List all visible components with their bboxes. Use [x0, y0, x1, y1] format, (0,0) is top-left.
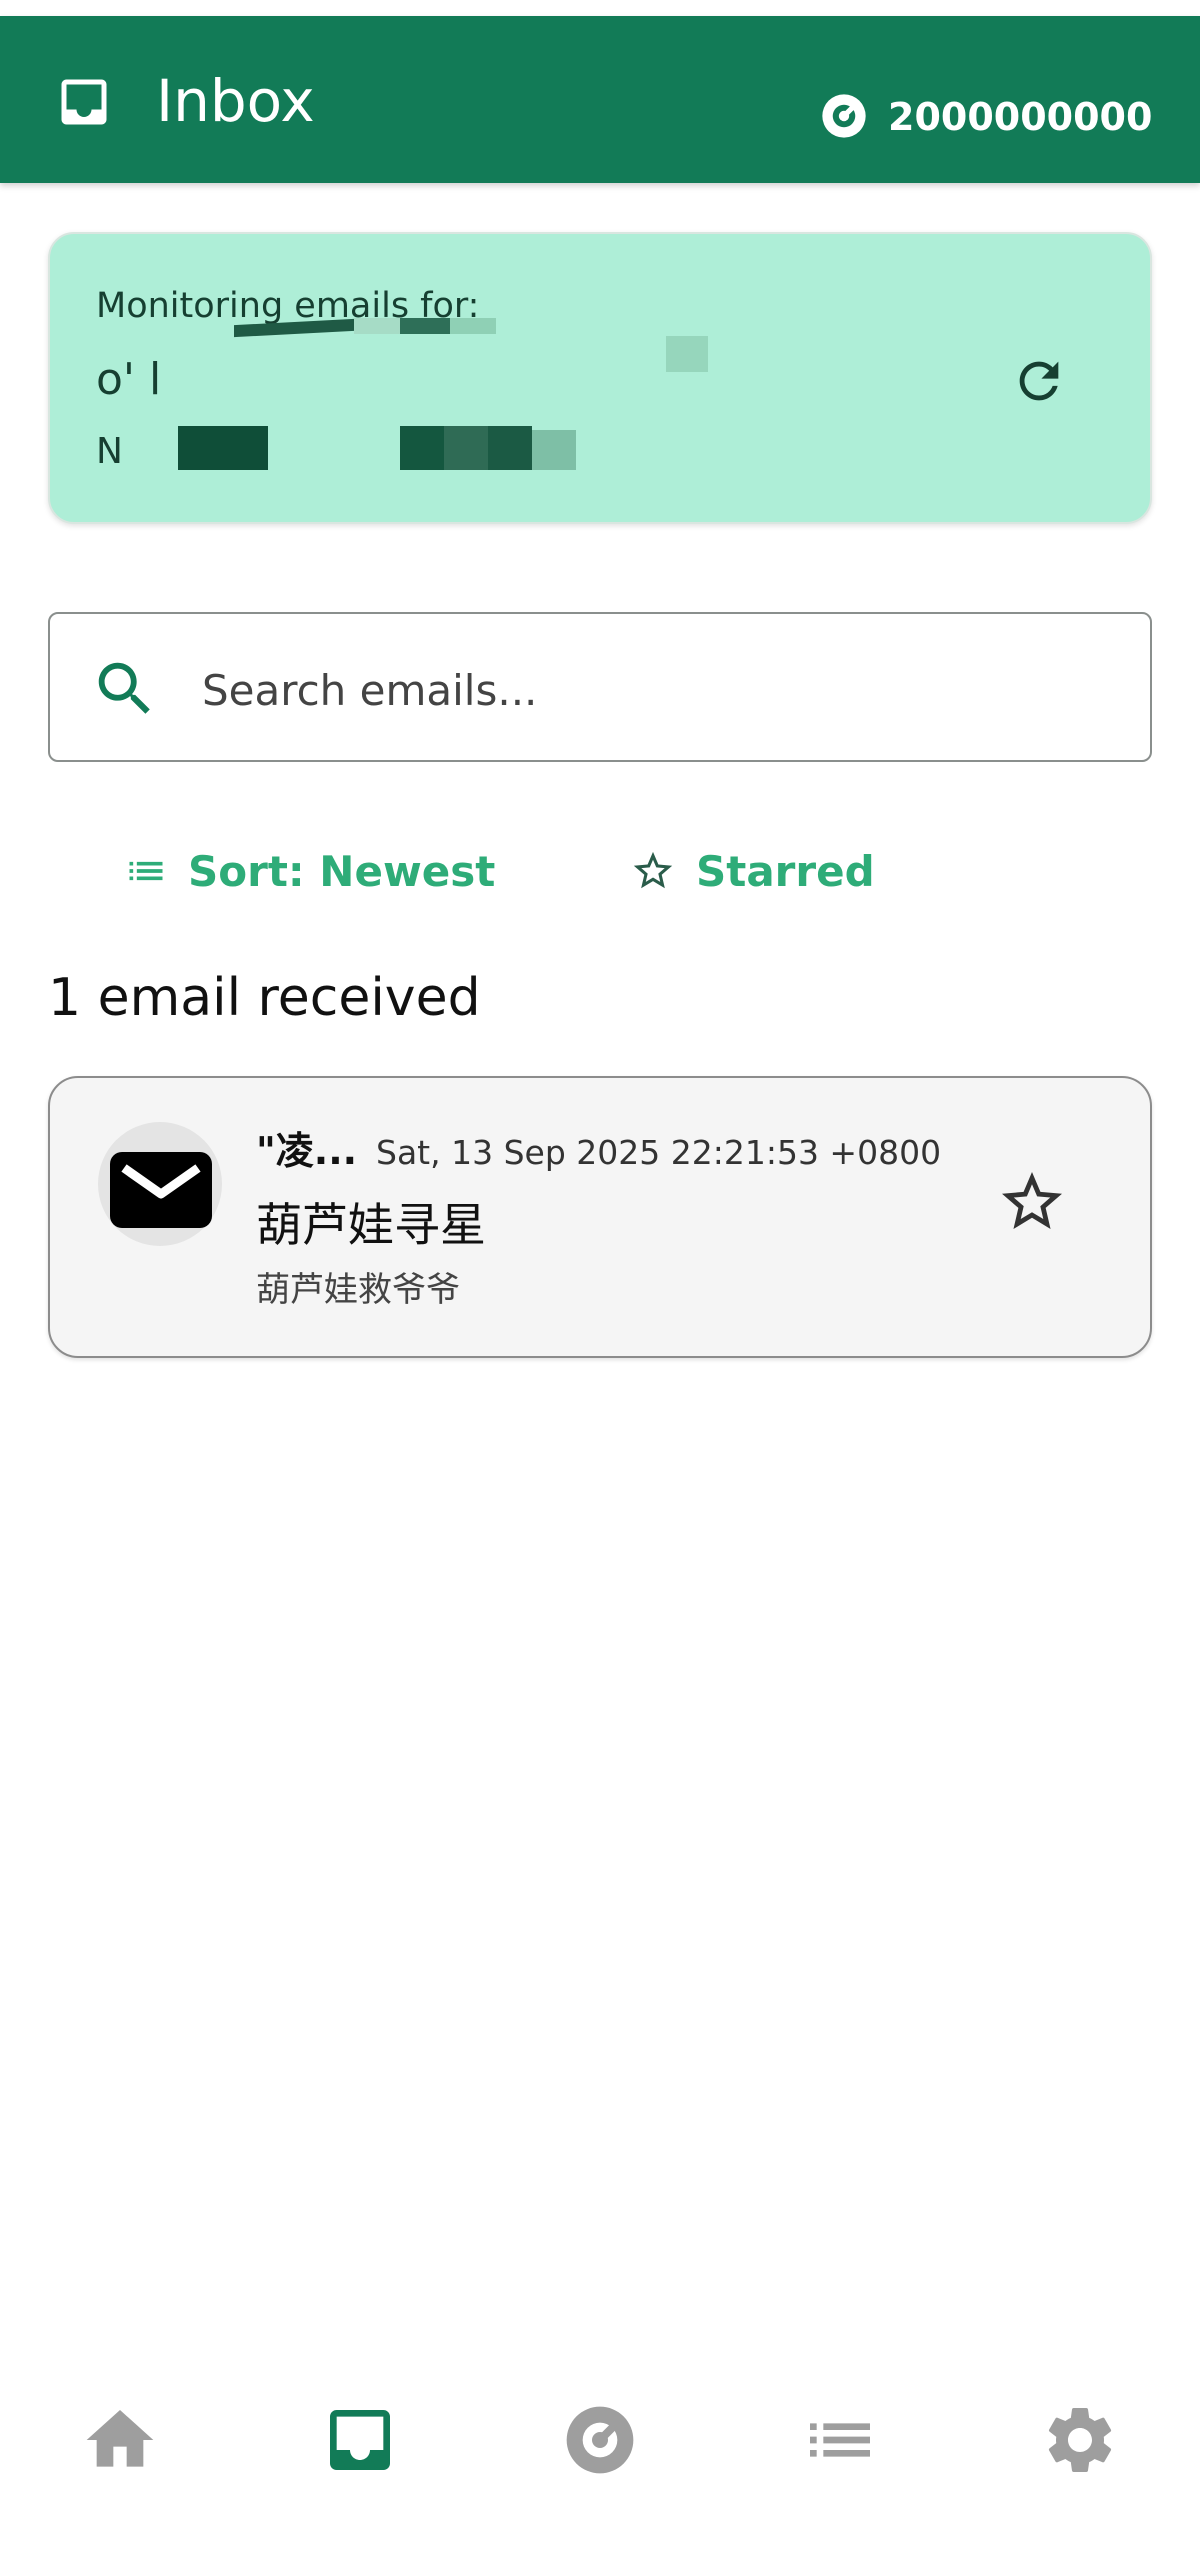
nav-inbox-icon[interactable] — [320, 2400, 400, 2480]
inbox-icon — [61, 79, 107, 125]
refresh-icon[interactable] — [1010, 352, 1068, 410]
sort-label: Sort: Newest — [188, 846, 496, 896]
star-outline-icon — [633, 851, 673, 889]
redaction-block — [400, 426, 444, 470]
redaction-block — [450, 318, 496, 334]
starred-filter-button[interactable]: Starred — [630, 836, 875, 906]
monitoring-card: Monitoring emails for: o' l N — [48, 232, 1152, 524]
redaction-block — [178, 426, 268, 470]
mail-icon — [110, 1152, 212, 1228]
email-sender: "凌... — [256, 1129, 358, 1173]
email-list-item[interactable]: "凌... Sat, 13 Sep 2025 22:21:53 +0800 葫芦… — [48, 1076, 1152, 1358]
email-preview: 葫芦娃救爷爷 — [256, 1270, 460, 1310]
nav-settings-icon[interactable] — [1040, 2400, 1120, 2480]
credit-icon[interactable] — [818, 90, 870, 142]
email-count: 1 email received — [48, 968, 481, 1028]
redaction-block — [488, 426, 532, 470]
sort-button[interactable]: Sort: Newest — [124, 836, 495, 906]
nav-credit-icon[interactable] — [560, 2400, 640, 2480]
email-subject: 葫芦娃寻星 — [256, 1198, 486, 1252]
redaction-block — [400, 318, 450, 334]
bottom-navigation — [0, 2380, 1200, 2500]
status-bar — [0, 0, 1200, 16]
nav-list-icon[interactable] — [800, 2400, 880, 2480]
starred-label: Starred — [696, 846, 875, 896]
nav-home-icon[interactable] — [80, 2400, 160, 2480]
monitored-address-secondary: N — [96, 431, 123, 472]
monitored-address: o' l — [96, 354, 162, 405]
sort-list-icon — [129, 861, 163, 881]
redaction-block — [532, 430, 576, 470]
page-title: Inbox — [156, 67, 315, 135]
redaction-block — [666, 336, 708, 372]
app-bar: Inbox 2000000000 — [0, 16, 1200, 183]
search-field[interactable] — [48, 612, 1152, 762]
search-icon — [98, 662, 150, 714]
search-input[interactable] — [200, 654, 1104, 726]
credit-balance[interactable]: 2000000000 — [888, 94, 1152, 140]
email-date: Sat, 13 Sep 2025 22:21:53 +0800 — [376, 1133, 942, 1172]
redaction-block — [444, 426, 488, 470]
star-toggle-icon[interactable] — [996, 1166, 1068, 1238]
